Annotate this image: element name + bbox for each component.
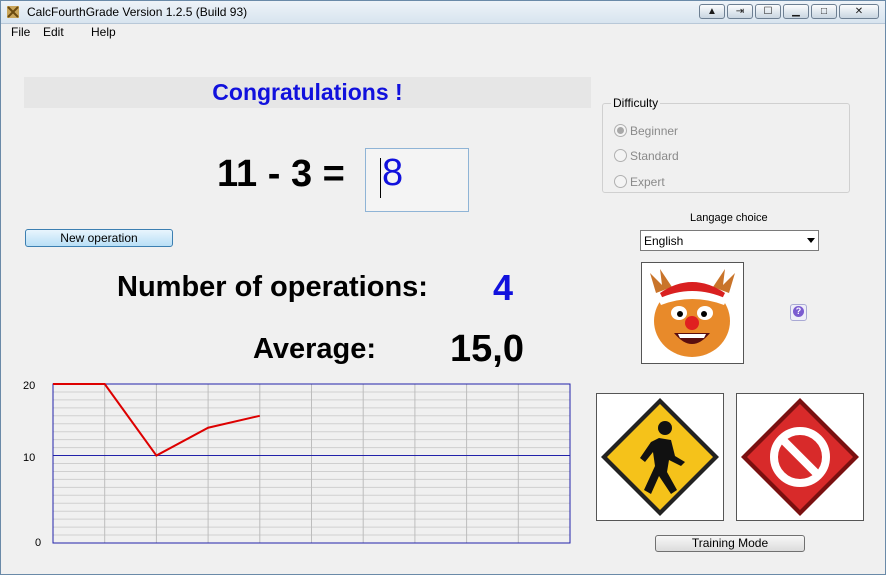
difficulty-expert-label: Expert [630, 175, 665, 189]
average-label: Average: [253, 333, 377, 365]
stop-sign-icon [741, 398, 859, 516]
radio-icon [614, 149, 627, 162]
walk-sign-icon [601, 398, 719, 516]
app-window: CalcFourthGrade Version 1.2.5 (Build 93)… [0, 0, 886, 575]
difficulty-legend: Difficulty [611, 96, 661, 110]
result-banner: Congratulations ! [24, 77, 591, 108]
title-bar[interactable]: CalcFourthGrade Version 1.2.5 (Build 93)… [1, 1, 885, 24]
minimize-button[interactable]: ▁ [783, 4, 809, 19]
difficulty-beginner-label: Beginner [630, 124, 679, 138]
menu-help[interactable]: Help [91, 25, 116, 39]
operations-count-value: 4 [493, 267, 514, 308]
answer-value: 8 [382, 152, 404, 194]
training-mode-button[interactable]: Training Mode [655, 535, 805, 552]
title-bar-buttons: ▲ ⇥ ☐ ▁ □ ✕ [697, 4, 879, 19]
y-tick-label-10: 10 [23, 452, 35, 464]
maximize-button[interactable]: □ [811, 4, 837, 19]
score-chart: 20 10 0 [23, 380, 571, 549]
chart-grid [53, 384, 570, 543]
exit-icon[interactable]: ⇥ [727, 4, 753, 19]
operations-count-label: Number of operations: [117, 271, 428, 303]
difficulty-standard-label: Standard [630, 149, 679, 163]
answer-input[interactable]: 8 [365, 148, 469, 212]
help-icon[interactable]: ? [790, 304, 807, 321]
difficulty-group: Difficulty Beginner Standard Expert [602, 96, 850, 193]
operation-expression: 11 - 3 = [217, 153, 345, 195]
new-operation-button[interactable]: New operation [25, 229, 173, 247]
menu-edit[interactable]: Edit [43, 25, 64, 39]
settings-icon[interactable]: ☐ [755, 4, 781, 19]
stop-button[interactable] [736, 393, 864, 521]
menu-file[interactable]: File [11, 25, 30, 39]
y-tick-label-0: 0 [35, 537, 41, 549]
y-tick-label-20: 20 [23, 380, 35, 392]
close-button[interactable]: ✕ [839, 4, 879, 19]
language-select[interactable]: English [640, 230, 819, 251]
difficulty-expert[interactable]: Expert [614, 175, 665, 189]
average-value: 15,0 [450, 328, 524, 370]
language-label: Langage choice [690, 212, 768, 224]
menu-bar: File Edit Help [1, 24, 885, 42]
text-cursor [380, 158, 381, 198]
window-title: CalcFourthGrade Version 1.2.5 (Build 93) [27, 5, 248, 19]
reindeer-mascot-icon [650, 269, 735, 357]
question-mark-icon: ? [793, 306, 804, 317]
radio-icon [614, 175, 627, 188]
scroll-up-icon[interactable]: ▲ [699, 4, 725, 19]
difficulty-beginner[interactable]: Beginner [614, 124, 678, 138]
language-selected-value: English [644, 234, 684, 248]
start-button[interactable] [596, 393, 724, 521]
chevron-down-icon [807, 238, 815, 243]
mascot-image [641, 262, 744, 364]
app-icon [7, 6, 19, 18]
radio-selected-icon [614, 124, 627, 137]
difficulty-standard[interactable]: Standard [614, 149, 679, 163]
